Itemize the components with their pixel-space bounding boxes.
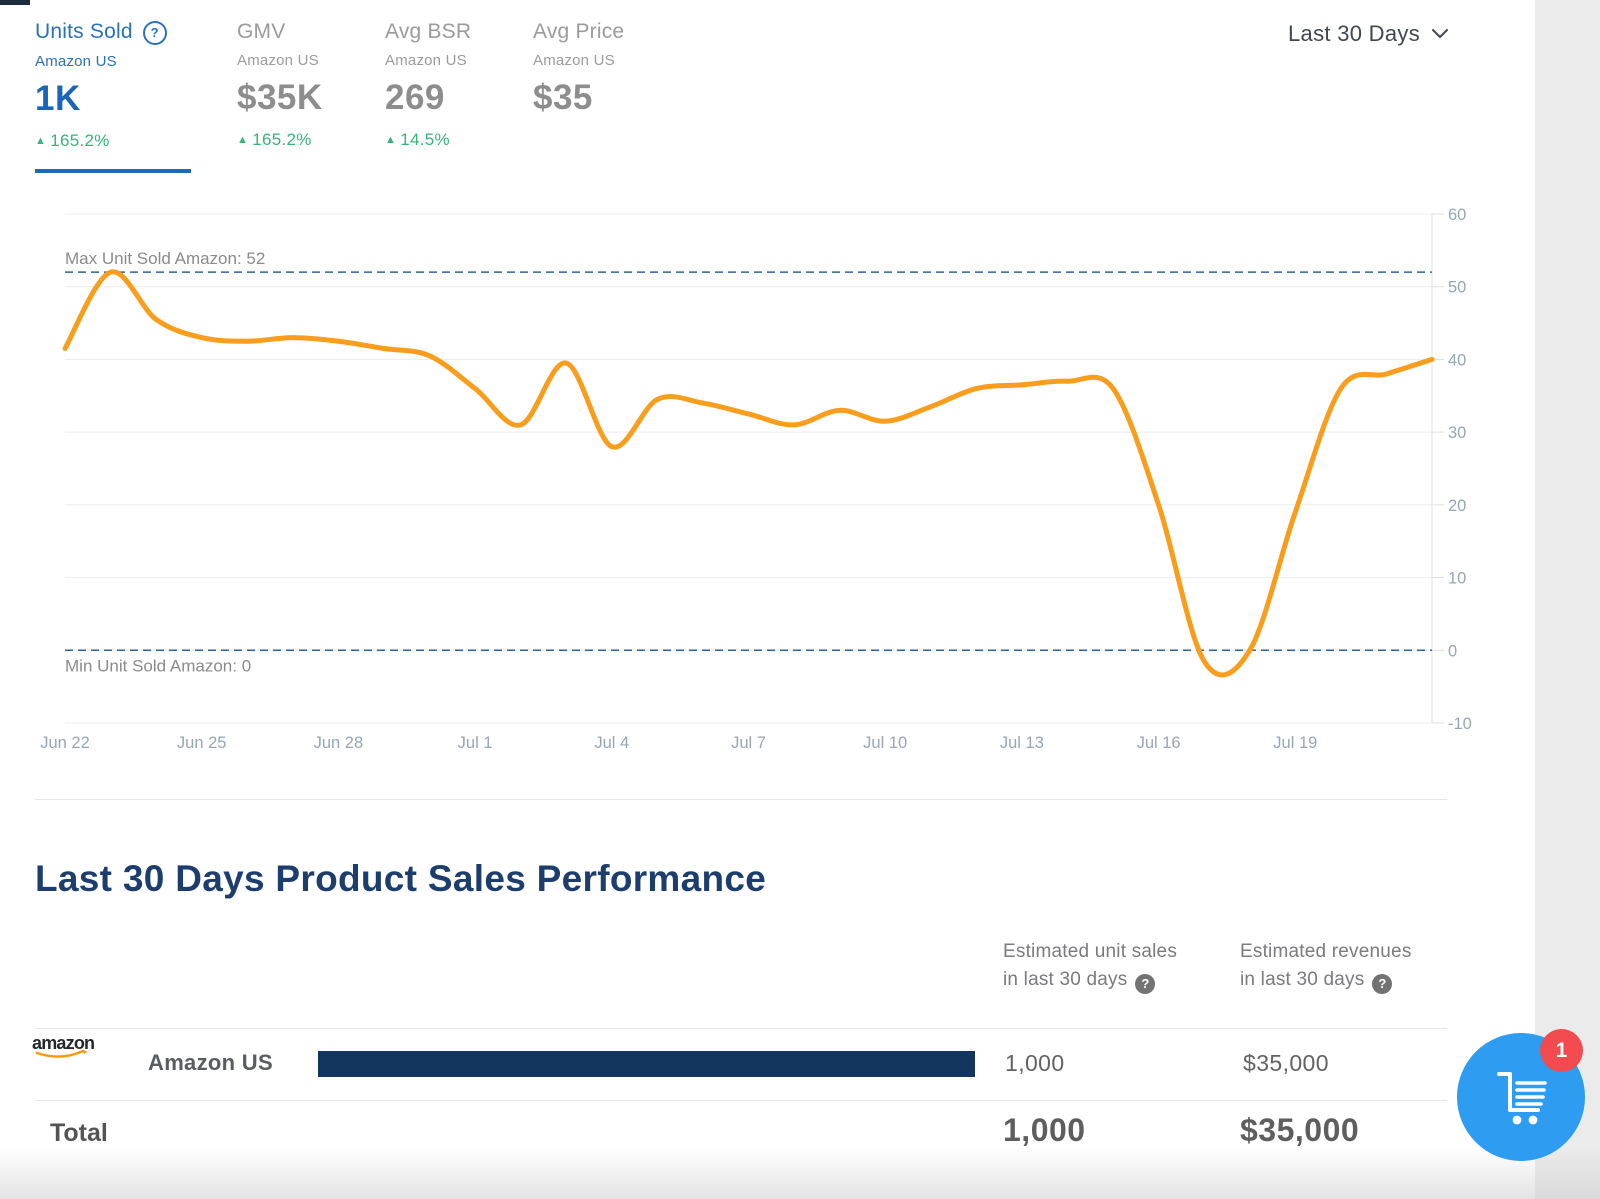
total-units-value: 1,000: [1003, 1112, 1086, 1149]
row-divider: [35, 1028, 1447, 1029]
x-axis-tick-label: Jul 10: [863, 734, 907, 752]
annotation-label: Min Unit Sold Amazon: 0: [65, 656, 251, 675]
units-sold-line-chart: 60 50 40 30 20 10 0 -10 Jun 22 Jun 25 Jun 28 Jul 1 J…: [0, 195, 1500, 795]
metric-label: Units Sold?: [35, 20, 167, 45]
sales-analytics-dashboard: Units Sold? Amazon US 1K ▲165.2% GMV Ama…: [0, 0, 1600, 1199]
annotation-label: Max Unit Sold Amazon: 52: [65, 249, 265, 268]
x-axis-tick-label: Jul 19: [1273, 734, 1317, 752]
metric-delta: ▲165.2%: [35, 131, 167, 151]
metric-tab-gmv[interactable]: GMV Amazon US $35K ▲165.2%: [237, 20, 323, 150]
y-axis-tick-label: 40: [1448, 351, 1466, 369]
unit-sales-bar: [318, 1051, 975, 1077]
x-axis-tick-label: Jun 22: [40, 734, 90, 752]
help-icon[interactable]: ?: [143, 21, 167, 45]
chevron-down-icon: [1432, 29, 1448, 39]
y-axis-tick-label: 10: [1448, 570, 1466, 588]
corner-notch: [0, 0, 30, 5]
metric-label: GMV: [237, 20, 323, 44]
x-axis-tick-label: Jul 13: [1000, 734, 1044, 752]
units-sold-series-line: [65, 272, 1432, 675]
x-axis-tick-label: Jul 16: [1137, 734, 1181, 752]
metric-value: 269: [385, 78, 471, 118]
right-gutter: [1535, 0, 1600, 1199]
svg-text:amazon: amazon: [32, 1033, 94, 1053]
x-axis-tick-label: Jun 28: [314, 734, 364, 752]
y-axis-tick-label: 20: [1448, 497, 1466, 515]
metric-delta: ▲14.5%: [385, 130, 471, 150]
metric-marketplace: Amazon US: [533, 52, 624, 69]
column-header-unit-sales: Estimated unit sales in last 30 days?: [1003, 938, 1177, 994]
metric-tab-avg-price[interactable]: Avg Price Amazon US $35: [533, 20, 624, 118]
metric-tab-units-sold[interactable]: Units Sold? Amazon US 1K ▲165.2%: [35, 20, 167, 151]
x-axis-tick-label: Jul 7: [731, 734, 766, 752]
metric-value: $35K: [237, 78, 323, 118]
marketplace-name: Amazon US: [148, 1050, 273, 1076]
column-header-revenues: Estimated revenues in last 30 days?: [1240, 938, 1412, 994]
cart-count-badge: 1: [1540, 1029, 1583, 1072]
metric-value: 1K: [35, 79, 167, 119]
row-revenue-value: $35,000: [1243, 1050, 1329, 1077]
period-selector-label: Last 30 Days: [1288, 21, 1420, 47]
y-axis-tick-label: 30: [1448, 424, 1466, 442]
help-icon[interactable]: ?: [1372, 974, 1392, 994]
metric-value: $35: [533, 78, 624, 118]
up-arrow-icon: ▲: [385, 134, 396, 146]
x-axis-tick-label: Jul 1: [458, 734, 493, 752]
up-arrow-icon: ▲: [237, 134, 248, 146]
up-arrow-icon: ▲: [35, 135, 46, 147]
y-axis-tick-label: -10: [1448, 715, 1472, 733]
total-label: Total: [50, 1119, 108, 1148]
help-icon[interactable]: ?: [1135, 974, 1155, 994]
y-axis-tick-label: 50: [1448, 279, 1466, 297]
metric-delta: ▲165.2%: [237, 130, 323, 150]
total-revenue-value: $35,000: [1240, 1112, 1359, 1149]
row-divider: [35, 1100, 1447, 1101]
metric-label: Avg Price: [533, 20, 624, 44]
metric-tab-avg-bsr[interactable]: Avg BSR Amazon US 269 ▲14.5%: [385, 20, 471, 150]
section-title: Last 30 Days Product Sales Performance: [35, 858, 766, 900]
active-tab-underline: [35, 169, 191, 173]
metric-label: Avg BSR: [385, 20, 471, 44]
shopping-cart-icon: [1489, 1065, 1553, 1129]
period-selector[interactable]: Last 30 Days: [1288, 21, 1448, 47]
row-units-value: 1,000: [1005, 1050, 1065, 1077]
x-axis-tick-label: Jul 4: [594, 734, 629, 752]
y-axis-tick-label: 0: [1448, 642, 1457, 660]
metric-marketplace: Amazon US: [237, 52, 323, 69]
bottom-fade: [0, 1147, 1600, 1199]
metric-marketplace: Amazon US: [385, 52, 471, 69]
metric-marketplace: Amazon US: [35, 53, 167, 70]
y-axis-tick-label: 60: [1448, 206, 1466, 224]
x-axis-tick-label: Jun 25: [177, 734, 227, 752]
section-divider: [35, 799, 1447, 800]
amazon-logo: amazon: [32, 1032, 112, 1062]
